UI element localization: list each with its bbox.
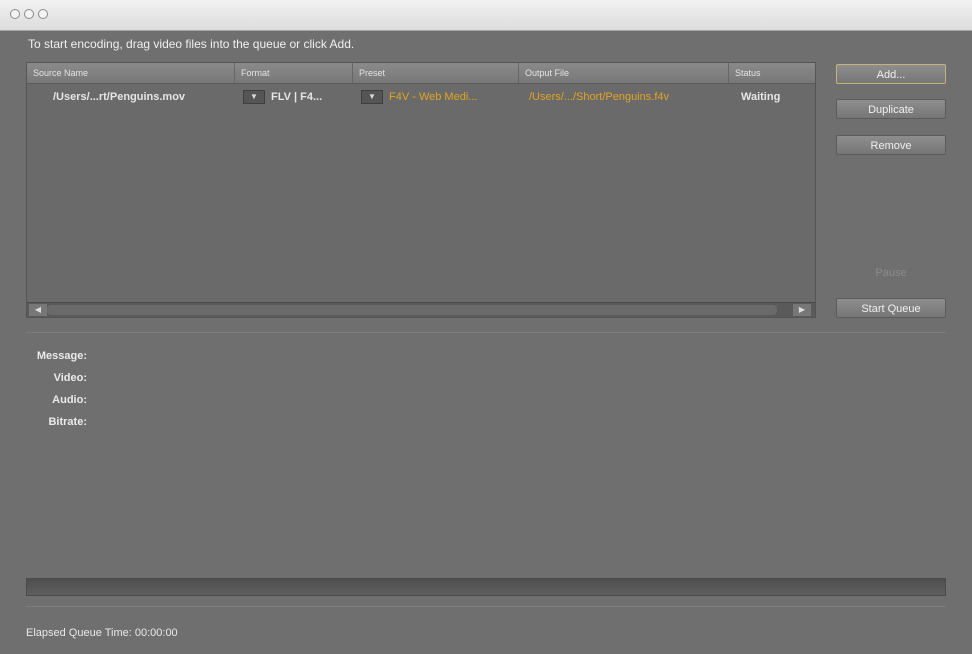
minimize-window-icon[interactable] [24, 9, 34, 19]
message-label: Message: [36, 350, 87, 362]
close-window-icon[interactable] [10, 9, 20, 19]
column-header-output-file[interactable]: Output File [519, 63, 729, 83]
format-value: FLV | F4... [271, 91, 323, 103]
remove-button[interactable]: Remove [836, 135, 946, 155]
elapsed-value: 00:00:00 [134, 627, 178, 639]
divider [26, 332, 946, 333]
dropdown-arrow-icon[interactable]: ▼ [243, 90, 265, 105]
scroll-right-icon[interactable]: ▶ [793, 304, 811, 316]
column-header-format[interactable]: Format [235, 63, 353, 83]
pause-button[interactable]: Pause [836, 263, 946, 283]
elapsed-queue-time: Elapsed Queue Time: 00:00:00 [26, 627, 178, 639]
format-cell[interactable]: ▼ FLV | F4... [243, 87, 351, 107]
elapsed-label: Elapsed Queue Time: [26, 627, 132, 639]
dropdown-arrow-icon[interactable]: ▼ [361, 90, 383, 105]
preset-link[interactable]: F4V - Web Medi... [389, 91, 477, 103]
column-header-source-name[interactable]: Source Name [27, 63, 235, 83]
source-name-cell: /Users/...rt/Penguins.mov [53, 91, 186, 103]
divider [26, 606, 946, 607]
video-label: Video: [53, 372, 87, 384]
queue-row[interactable]: /Users/...rt/Penguins.mov ▼ FLV | F4... ▼… [27, 87, 815, 107]
audio-label: Audio: [52, 394, 87, 406]
start-queue-button[interactable]: Start Queue [836, 298, 946, 318]
queue-table-header: Source Name Format Preset Output File St… [27, 63, 815, 84]
preset-cell[interactable]: ▼ F4V - Web Medi... [361, 87, 515, 107]
status-cell: Waiting [741, 91, 781, 103]
encoding-progress-bar [26, 578, 946, 596]
column-header-status[interactable]: Status [729, 63, 815, 83]
scroll-left-icon[interactable]: ◀ [29, 304, 47, 316]
horizontal-scrollbar[interactable]: ◀ ▶ [27, 302, 815, 317]
queue-instruction: To start encoding, drag video files into… [28, 37, 355, 51]
window-titlebar [0, 0, 972, 31]
bitrate-label: Bitrate: [48, 416, 87, 428]
encoding-queue-table[interactable]: Source Name Format Preset Output File St… [26, 62, 816, 318]
scrollbar-thumb[interactable] [47, 305, 777, 315]
zoom-window-icon[interactable] [38, 9, 48, 19]
column-header-preset[interactable]: Preset [353, 63, 519, 83]
output-file-link[interactable]: /Users/.../Short/Penguins.f4v [529, 87, 725, 107]
duplicate-button[interactable]: Duplicate [836, 99, 946, 119]
add-button[interactable]: Add... [836, 64, 946, 84]
